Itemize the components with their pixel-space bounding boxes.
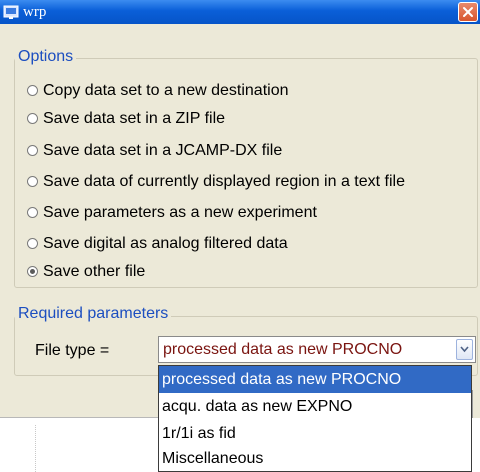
- radio-button[interactable]: [27, 176, 38, 187]
- radio-button[interactable]: [27, 113, 38, 124]
- dropdown-button[interactable]: [456, 339, 473, 360]
- window-title: wrp: [23, 4, 47, 20]
- dropdown-option[interactable]: Miscellaneous: [159, 445, 471, 472]
- option-label: Copy data set to a new destination: [43, 82, 289, 99]
- divider: [0, 417, 158, 418]
- radio-button[interactable]: [27, 85, 38, 96]
- option-label: Save data set in a JCAMP-DX file: [43, 142, 283, 159]
- parameters-legend: Required parameters: [15, 305, 172, 323]
- option-label: Save other file: [43, 263, 146, 280]
- file-type-dropdown-list: processed data as new PROCNO acqu. data …: [158, 365, 472, 472]
- dropdown-option[interactable]: acqu. data as new EXPNO: [159, 393, 471, 420]
- option-label: Save data set in a ZIP file: [43, 110, 226, 127]
- partial-button[interactable]: [472, 390, 480, 418]
- close-button[interactable]: [458, 2, 478, 22]
- radio-button[interactable]: [27, 266, 38, 277]
- file-type-value: processed data as new PROCNO: [163, 341, 403, 358]
- file-type-select[interactable]: processed data as new PROCNO: [158, 336, 476, 363]
- radio-button[interactable]: [27, 207, 38, 218]
- option-label: Save data of currently displayed region …: [43, 173, 405, 190]
- chevron-down-icon: [460, 346, 469, 353]
- dropdown-option[interactable]: 1r/1i as fid: [159, 420, 471, 447]
- dropdown-option[interactable]: processed data as new PROCNO: [159, 366, 471, 393]
- radio-button[interactable]: [27, 238, 38, 249]
- title-bar[interactable]: wrp: [0, 0, 480, 24]
- app-icon: [3, 4, 19, 20]
- background-gridline: [35, 425, 37, 472]
- dialog-window: wrp Options Copy data set to a new desti…: [0, 0, 480, 418]
- option-label: Save digital as analog filtered data: [43, 235, 288, 252]
- options-legend: Options: [15, 48, 77, 66]
- file-type-label: File type =: [35, 342, 110, 359]
- radio-button[interactable]: [27, 145, 38, 156]
- close-icon: [463, 7, 473, 17]
- option-label: Save parameters as a new experiment: [43, 204, 317, 221]
